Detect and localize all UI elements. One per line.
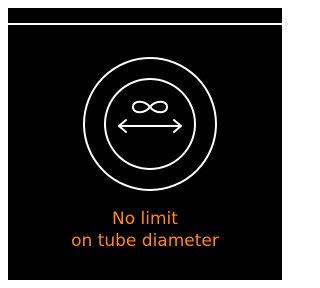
- caption-line-2: on tube diameter: [71, 231, 219, 251]
- double-arrow-icon: [118, 119, 182, 133]
- infinity-icon: [132, 100, 168, 114]
- outer-ring: [83, 57, 217, 191]
- caption-line-1: No limit: [112, 209, 178, 229]
- inner-ring: [104, 78, 196, 170]
- feature-tile: No limit on tube diameter: [8, 8, 282, 280]
